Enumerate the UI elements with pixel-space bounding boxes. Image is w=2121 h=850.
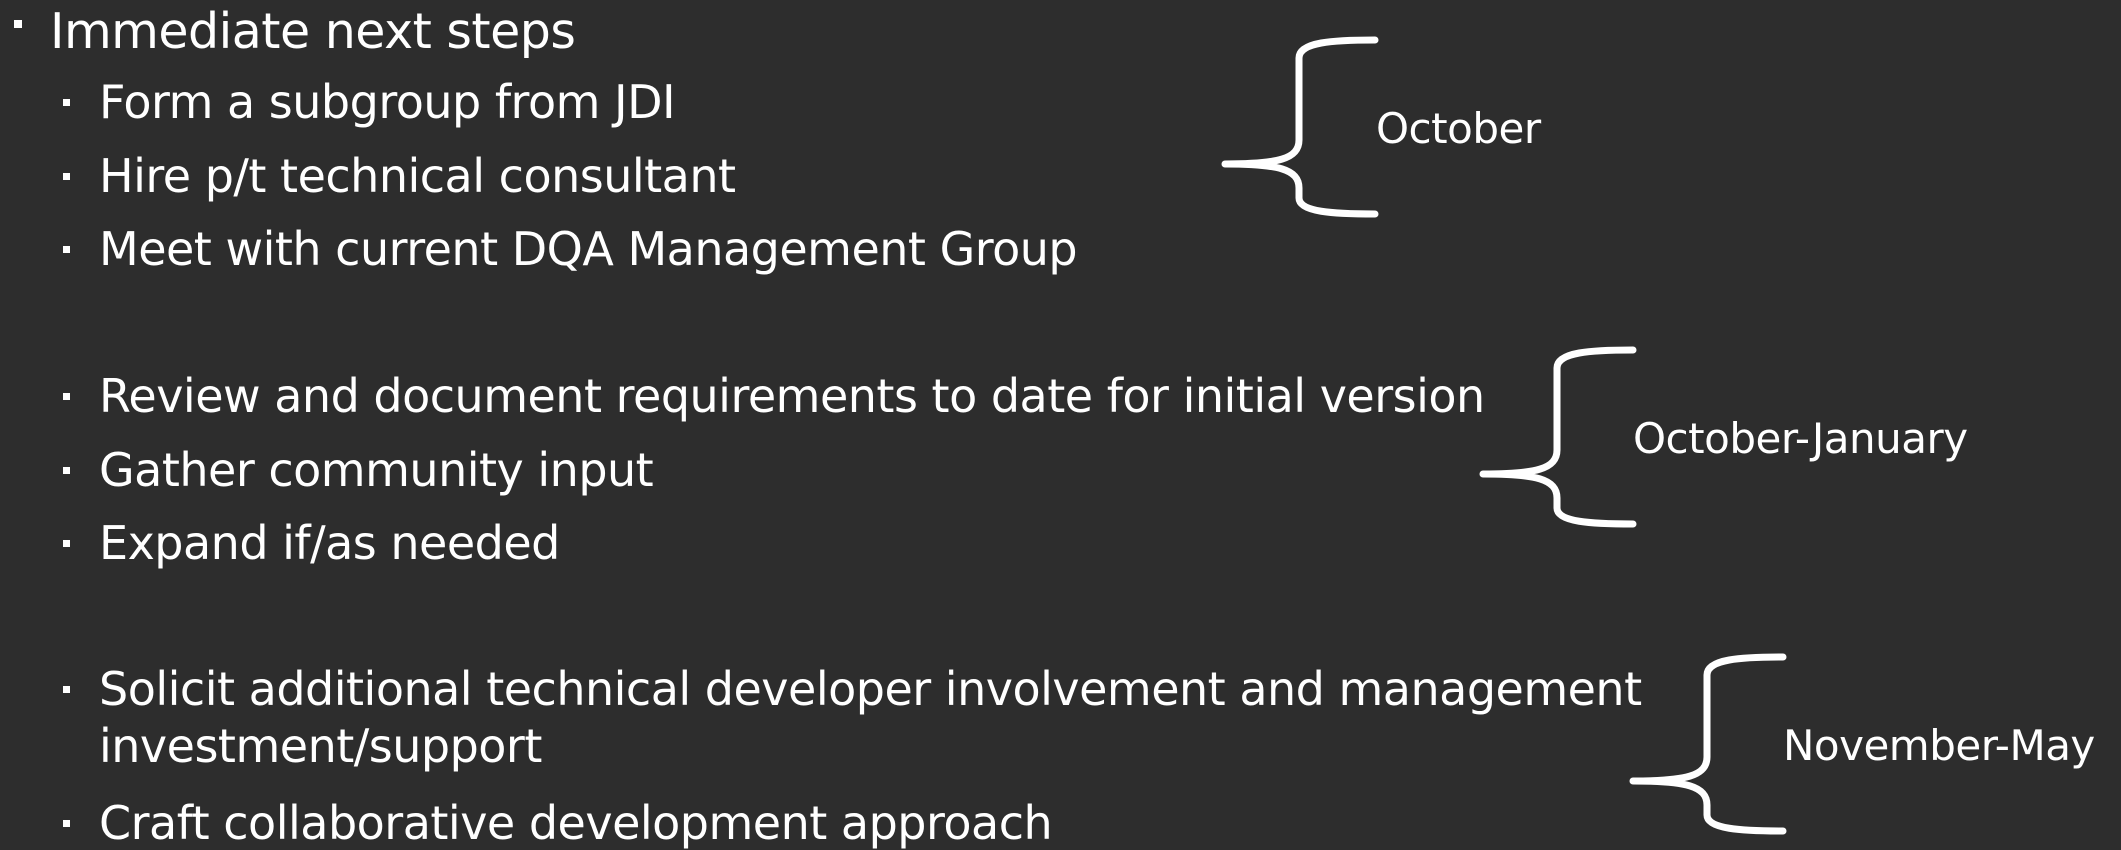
list-item: Expand if/as needed bbox=[99, 516, 560, 570]
list-bullet bbox=[63, 246, 70, 253]
timeframe-label: October bbox=[1376, 104, 1541, 153]
list-bullet bbox=[63, 820, 70, 827]
list-bullet bbox=[63, 686, 70, 693]
curly-brace-icon bbox=[1479, 346, 1637, 528]
heading-bullet bbox=[14, 20, 22, 28]
list-item: Craft collaborative development approach bbox=[99, 796, 1053, 850]
list-item: Gather community input bbox=[99, 443, 654, 497]
list-bullet bbox=[63, 99, 70, 106]
list-item: Hire p/t technical consultant bbox=[99, 149, 736, 203]
list-item-continuation: investment/support bbox=[99, 719, 542, 773]
list-item: Solicit additional technical developer i… bbox=[99, 662, 1642, 716]
list-item: Form a subgroup from JDI bbox=[99, 75, 676, 129]
timeframe-label: November-May bbox=[1783, 721, 2095, 770]
list-bullet bbox=[63, 393, 70, 400]
list-bullet bbox=[63, 540, 70, 547]
list-item: Review and document requirements to date… bbox=[99, 369, 1485, 423]
list-bullet bbox=[63, 467, 70, 474]
curly-brace-icon bbox=[1221, 36, 1379, 218]
slide-heading: Immediate next steps bbox=[50, 3, 576, 60]
curly-brace-icon bbox=[1629, 653, 1787, 835]
timeframe-label: October-January bbox=[1633, 414, 1968, 463]
list-bullet bbox=[63, 173, 70, 180]
list-item: Meet with current DQA Management Group bbox=[99, 222, 1078, 276]
